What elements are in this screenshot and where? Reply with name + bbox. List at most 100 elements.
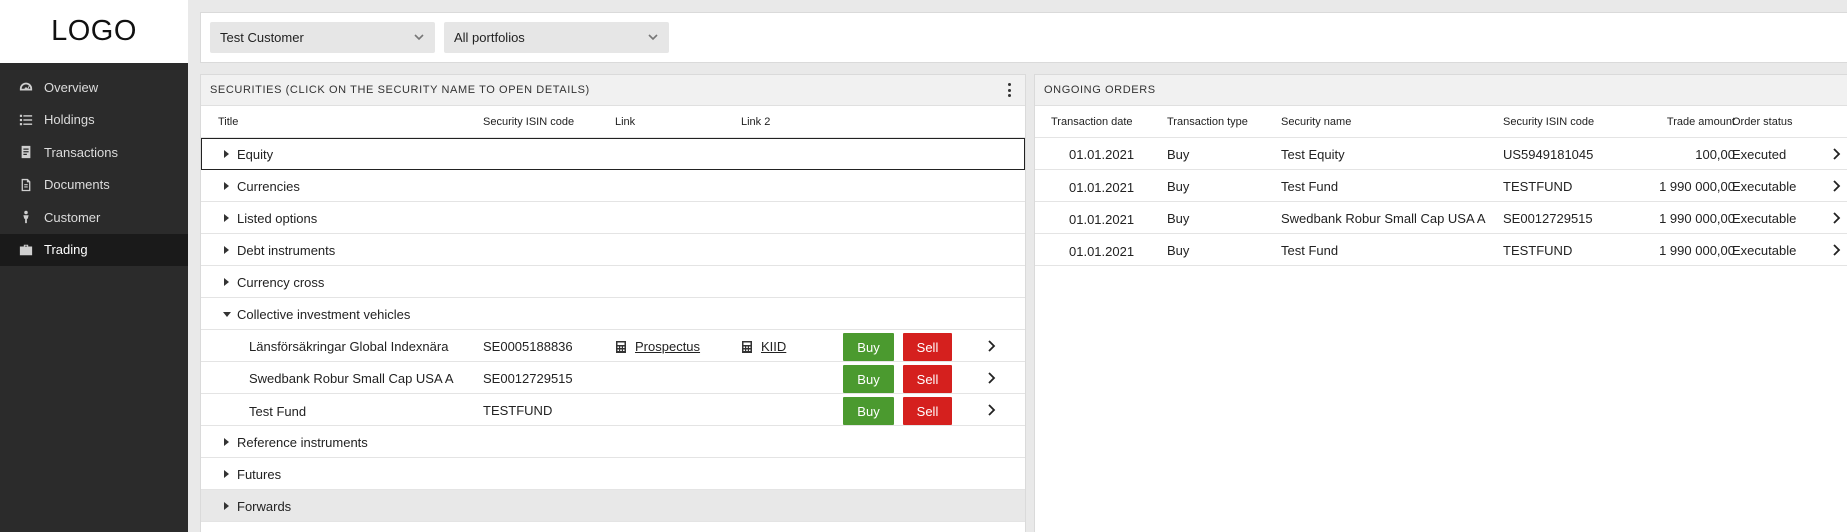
order-isin: US5949181045 [1503, 147, 1594, 162]
order-type: Buy [1167, 147, 1190, 162]
sell-button[interactable]: Sell [903, 397, 952, 425]
chevron-down-icon [413, 31, 425, 43]
sidebar-item-holdings[interactable]: Holdings [0, 104, 188, 137]
buy-button[interactable]: Buy [843, 397, 894, 425]
sidebar: LOGO Overview Holdings Transactions Docu… [0, 0, 188, 532]
order-type: Buy [1167, 211, 1190, 226]
category-label: Forwards [237, 499, 292, 514]
prospectus-label: Prospectus [635, 339, 701, 354]
order-row[interactable]: 01.01.2021 Buy Test Fund TESTFUND 1 990 … [1035, 234, 1847, 266]
chevron-right-icon[interactable] [1831, 148, 1841, 160]
order-row[interactable]: 01.01.2021 Buy Test Fund TESTFUND 1 990 … [1035, 170, 1847, 202]
portfolio-select[interactable]: All portfolios [444, 22, 669, 53]
order-isin: TESTFUND [1503, 179, 1573, 194]
sidebar-item-customer[interactable]: Customer [0, 201, 188, 234]
security-row: Test Fund TESTFUND Buy Sell [201, 394, 1025, 426]
column-header-link2: Link 2 [741, 116, 771, 128]
chevron-right-icon[interactable] [1831, 212, 1841, 224]
chevron-right-icon[interactable] [986, 340, 996, 352]
sidebar-item-trading[interactable]: Trading [0, 233, 188, 266]
document-icon [18, 177, 34, 193]
column-header-status: Order status [1732, 116, 1793, 128]
kiid-link[interactable]: KIID [741, 339, 786, 354]
sell-button[interactable]: Sell [903, 365, 952, 393]
column-header-security-name: Security name [1281, 116, 1352, 128]
sidebar-item-label: Holdings [44, 112, 95, 128]
receipt-icon [18, 144, 34, 160]
securities-panel: SECURITIES (CLICK ON THE SECURITY NAME T… [200, 74, 1026, 532]
category-row-currencies[interactable]: Currencies [201, 170, 1025, 202]
table-header: Transaction date Transaction type Securi… [1035, 106, 1847, 138]
order-date: 01.01.2021 [1069, 147, 1135, 162]
prospectus-link[interactable]: Prospectus [615, 339, 700, 354]
table-header: Title Security ISIN code Link Link 2 [201, 106, 1025, 138]
order-security-name: Test Fund [1281, 179, 1339, 194]
sidebar-item-transactions[interactable]: Transactions [0, 136, 188, 169]
order-isin: SE0012729515 [1503, 211, 1593, 226]
security-name-link[interactable]: Swedbank Robur Small Cap USA A [249, 371, 454, 386]
category-row-currency-cross[interactable]: Currency cross [201, 266, 1025, 298]
customer-select[interactable]: Test Customer [210, 22, 435, 53]
chevron-right-icon[interactable] [1831, 180, 1841, 192]
security-isin: SE0012729515 [483, 371, 573, 386]
column-header-type: Transaction type [1167, 116, 1248, 128]
chevron-right-icon[interactable] [986, 372, 996, 384]
buy-button[interactable]: Buy [843, 333, 894, 361]
sell-button[interactable]: Sell [903, 333, 952, 361]
category-row-debt-instruments[interactable]: Debt instruments [201, 234, 1025, 266]
column-header-isin: Security ISIN code [1503, 116, 1595, 128]
order-status: Executed [1732, 147, 1787, 162]
portfolio-select-value: All portfolios [454, 30, 525, 45]
category-label: Currency cross [237, 275, 325, 290]
order-amount: 1 990 000,00 [1659, 211, 1735, 226]
order-amount: 100,00 [1695, 147, 1735, 162]
ongoing-orders-panel: ONGOING ORDERS Transaction date Transact… [1034, 74, 1847, 532]
chevron-right-icon[interactable] [1831, 244, 1841, 256]
list-icon [18, 112, 34, 128]
panel-title: SECURITIES (CLICK ON THE SECURITY NAME T… [210, 84, 590, 96]
calculator-icon [741, 340, 753, 353]
order-isin: TESTFUND [1503, 243, 1573, 258]
category-row-collective-investment-vehicles[interactable]: Collective investment vehicles [201, 298, 1025, 330]
caret-right-icon [224, 438, 229, 446]
order-type: Buy [1167, 243, 1190, 258]
person-icon [18, 209, 34, 225]
category-row-futures[interactable]: Futures [201, 458, 1025, 490]
filter-bar: Test Customer All portfolios [200, 12, 1847, 63]
order-security-name: Swedbank Robur Small Cap USA A [1281, 211, 1486, 226]
category-row-equity[interactable]: Equity [201, 138, 1025, 170]
sidebar-item-label: Documents [44, 177, 110, 193]
security-name-link[interactable]: Test Fund [249, 404, 306, 419]
category-label: Equity [237, 147, 274, 162]
order-row[interactable]: 01.01.2021 Buy Test Equity US5949181045 … [1035, 138, 1847, 170]
order-row[interactable]: 01.01.2021 Buy Swedbank Robur Small Cap … [1035, 202, 1847, 234]
category-row-listed-options[interactable]: Listed options [201, 202, 1025, 234]
security-name-link[interactable]: Länsförsäkringar Global Indexnära [249, 339, 448, 354]
column-header-title: Title [218, 116, 239, 128]
category-label: Futures [237, 467, 282, 482]
category-row-reference-instruments[interactable]: Reference instruments [201, 426, 1025, 458]
sidebar-item-overview[interactable]: Overview [0, 71, 188, 104]
caret-right-icon [224, 278, 229, 286]
category-label: Listed options [237, 211, 318, 226]
security-isin: TESTFUND [483, 403, 553, 418]
security-row: Swedbank Robur Small Cap USA A SE0012729… [201, 362, 1025, 394]
category-row-forwards[interactable]: Forwards [201, 490, 1025, 522]
customer-select-value: Test Customer [220, 30, 304, 45]
caret-right-icon [224, 470, 229, 478]
chevron-right-icon[interactable] [986, 404, 996, 416]
order-amount: 1 990 000,00 [1659, 179, 1735, 194]
panel-header: ONGOING ORDERS [1035, 75, 1847, 106]
column-header-isin: Security ISIN code [483, 116, 575, 128]
sidebar-item-documents[interactable]: Documents [0, 169, 188, 202]
logo: LOGO [0, 0, 188, 63]
more-options-icon[interactable] [1007, 83, 1011, 99]
calculator-icon [615, 340, 627, 353]
sidebar-item-label: Transactions [44, 144, 118, 160]
panel-header: SECURITIES (CLICK ON THE SECURITY NAME T… [201, 75, 1025, 106]
order-date: 01.01.2021 [1069, 244, 1135, 259]
sidebar-item-label: Overview [44, 79, 99, 95]
security-row: Länsförsäkringar Global Indexnära SE0005… [201, 330, 1025, 362]
buy-button[interactable]: Buy [843, 365, 894, 393]
column-header-link: Link [615, 116, 636, 128]
